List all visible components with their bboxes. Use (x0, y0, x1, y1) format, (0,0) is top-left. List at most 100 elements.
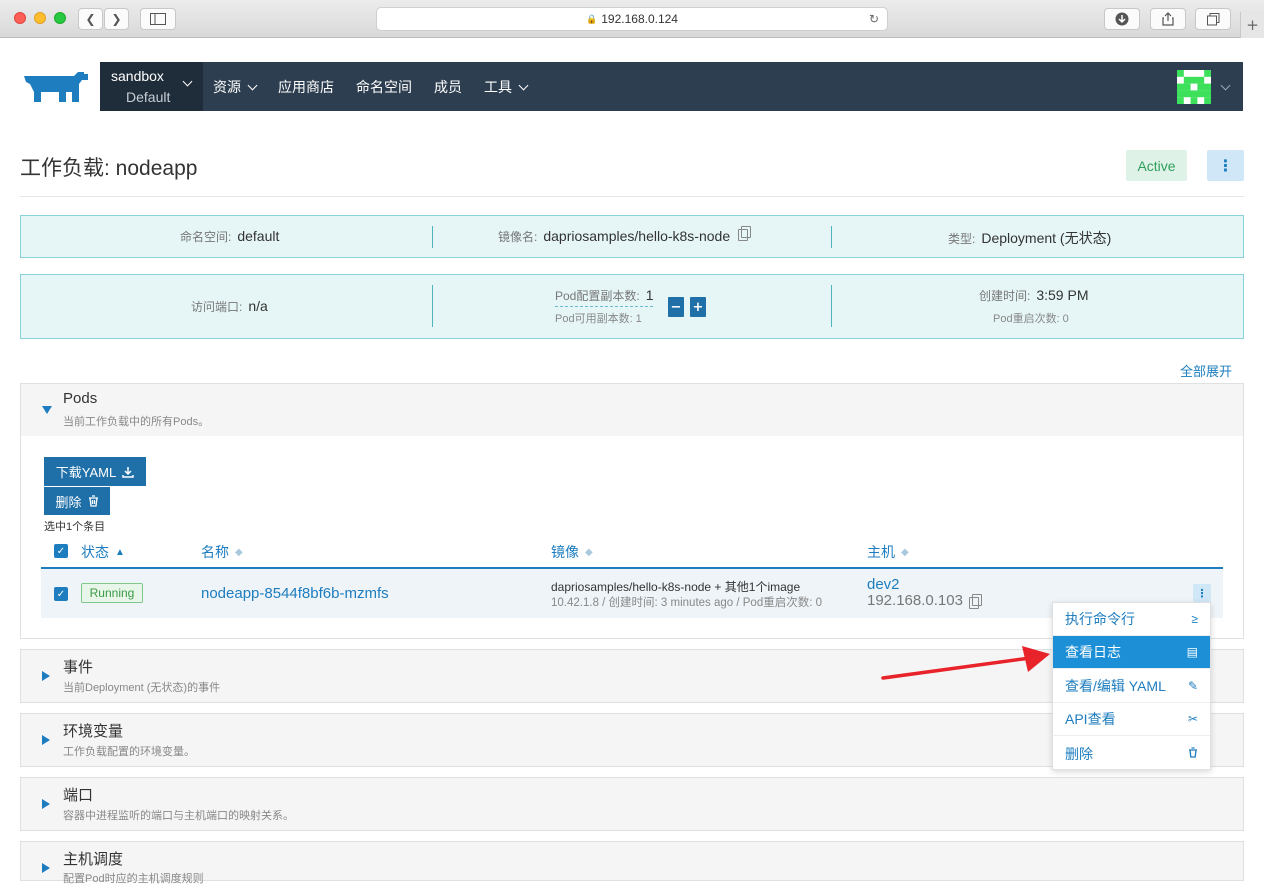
column-label: 主机 (867, 544, 895, 560)
column-header-image[interactable]: 镜像 ◆ (551, 542, 593, 562)
nav-item-resources[interactable]: 资源 (213, 77, 258, 97)
copy-icon[interactable] (968, 593, 982, 609)
chevron-right-icon: ❯ (111, 12, 122, 26)
scheduling-section[interactable]: 主机调度 配置Pod时应的主机调度规则 (20, 841, 1244, 885)
close-window-button[interactable] (14, 12, 26, 24)
menu-item-exec-shell[interactable]: 执行命令行 ≥ (1053, 603, 1210, 636)
button-label: 下载YAML (55, 465, 117, 480)
section-title: 事件 (63, 659, 94, 676)
selected-count: 选中1个条目 (44, 521, 106, 533)
ports-section[interactable]: 端口 容器中进程监听的端口与主机端口的映射关系。 (20, 777, 1244, 831)
downloads-button[interactable] (1104, 8, 1140, 30)
maximize-window-button[interactable] (54, 12, 66, 24)
kebab-icon: ⋮ (1196, 586, 1208, 600)
column-header-host[interactable]: 主机 ◆ (867, 542, 909, 562)
sidebar-toggle-button[interactable] (140, 8, 176, 30)
chevron-down-icon (518, 80, 529, 90)
available-replicas: Pod可用副本数: 1 (555, 313, 642, 325)
section-title: 主机调度 (63, 851, 124, 868)
page-title: 工作负载: nodeapp (20, 157, 198, 180)
section-title: Pods (63, 390, 98, 407)
minimize-window-button[interactable] (34, 12, 46, 24)
new-tab-button[interactable]: + (1240, 12, 1264, 38)
select-all-checkbox[interactable]: ✓ (54, 544, 68, 558)
back-button[interactable]: ❮ (78, 8, 103, 30)
section-subtitle: 容器中进程监听的端口与主机端口的映射关系。 (63, 810, 294, 822)
project-cluster: Default (126, 89, 171, 105)
reload-icon[interactable]: ↻ (869, 12, 879, 26)
nav-item-members[interactable]: 成员 (434, 77, 462, 97)
file-icon: ▤ (1186, 645, 1198, 659)
nav-item-label: 应用商店 (278, 79, 334, 95)
button-label: 删除 (55, 494, 82, 510)
share-button[interactable] (1150, 8, 1186, 30)
sort-icon: ▲ (115, 546, 125, 558)
nav-item-label: 成员 (434, 79, 462, 95)
nav-item-namespaces[interactable]: 命名空间 (356, 77, 412, 97)
project-switcher[interactable]: sandbox Default (100, 62, 203, 111)
url-text: 192.168.0.124 (601, 12, 678, 26)
menu-item-view-api[interactable]: API查看 ✂ (1053, 703, 1210, 736)
user-avatar[interactable] (1177, 70, 1211, 104)
section-subtitle: 工作负载配置的环境变量。 (63, 746, 195, 758)
divider (831, 226, 832, 248)
image-label: 镜像名: (498, 230, 538, 244)
scale-info-box: 访问端口: n/a Pod配置副本数: 1 Pod可用副本数: 1 − + 创建… (20, 274, 1244, 339)
delete-button[interactable]: 删除 (44, 487, 110, 515)
divider (831, 285, 832, 327)
menu-item-label: API查看 (1065, 711, 1116, 727)
pod-image: dapriosamples/hello-k8s-node + 其他1个image (551, 580, 801, 594)
pod-name-link[interactable]: nodeapp-8544f8bf6b-mzmfs (201, 585, 389, 602)
host-ip-value: 192.168.0.103 (867, 592, 963, 609)
type-label: 类型: (948, 232, 976, 246)
row-checkbox[interactable]: ✓ (54, 587, 68, 601)
section-subtitle: 当前Deployment (无状态)的事件 (63, 682, 221, 694)
status-badge: Active (1126, 150, 1187, 181)
nav-item-label: 资源 (213, 79, 241, 95)
chevron-down-icon (182, 76, 193, 87)
terminal-icon: ≥ (1191, 612, 1198, 626)
column-label: 状态 (81, 544, 109, 560)
column-header-status[interactable]: 状态 ▲ (81, 542, 125, 562)
replicas-info: Pod配置副本数: 1 (555, 287, 654, 307)
type-value: Deployment (无状态) (981, 230, 1112, 246)
download-icon (122, 466, 134, 478)
copy-icon[interactable] (738, 226, 752, 241)
host-name-link[interactable]: dev2 (867, 576, 900, 593)
rancher-logo-icon (24, 72, 88, 102)
tabs-overview-button[interactable] (1195, 8, 1231, 30)
pods-section-header[interactable]: Pods 当前工作负载中的所有Pods。 (20, 383, 1244, 437)
forward-button[interactable]: ❯ (104, 8, 129, 30)
menu-item-view-logs[interactable]: 查看日志 ▤ (1053, 636, 1210, 669)
expand-triangle-icon (42, 735, 50, 745)
collapse-triangle-icon (42, 406, 52, 414)
address-bar[interactable]: 🔒 192.168.0.124 ↻ (376, 7, 888, 31)
menu-item-label: 执行命令行 (1065, 611, 1135, 627)
scale-up-button[interactable]: + (690, 297, 706, 317)
nav-item-tools[interactable]: 工具 (484, 77, 529, 97)
nav-item-catalog[interactable]: 应用商店 (278, 77, 334, 97)
scale-down-button[interactable]: − (668, 297, 684, 317)
section-subtitle: 配置Pod时应的主机调度规则 (63, 873, 204, 885)
lock-icon: 🔒 (586, 13, 598, 24)
namespace-value: default (237, 228, 280, 244)
chevron-down-icon[interactable] (1220, 80, 1231, 91)
kebab-icon: ⋮ (1217, 156, 1234, 175)
nav-item-label: 命名空间 (356, 79, 412, 95)
trash-icon (88, 495, 98, 507)
menu-item-edit-yaml[interactable]: 查看/编辑 YAML ✎ (1053, 670, 1210, 703)
namespace-label: 命名空间: (180, 230, 232, 244)
expand-all-link[interactable]: 全部展开 (1180, 361, 1232, 380)
divider (20, 196, 1244, 197)
divider (432, 226, 433, 248)
created-label: 创建时间: (979, 289, 1031, 303)
workload-info-box: 命名空间: default 镜像名: dapriosamples/hello-k… (20, 215, 1244, 258)
column-header-name[interactable]: 名称 ◆ (201, 542, 243, 562)
download-yaml-button[interactable]: 下载YAML (44, 457, 146, 486)
row-actions-menu: 执行命令行 ≥ 查看日志 ▤ 查看/编辑 YAML ✎ API查看 ✂ 删除 (1052, 602, 1211, 770)
project-name: sandbox (111, 68, 164, 84)
port-label: 访问端口: (191, 300, 243, 314)
row-actions-button[interactable]: ⋮ (1193, 584, 1211, 602)
workload-actions-button[interactable]: ⋮ (1207, 150, 1244, 181)
menu-item-delete[interactable]: 删除 (1053, 737, 1210, 770)
